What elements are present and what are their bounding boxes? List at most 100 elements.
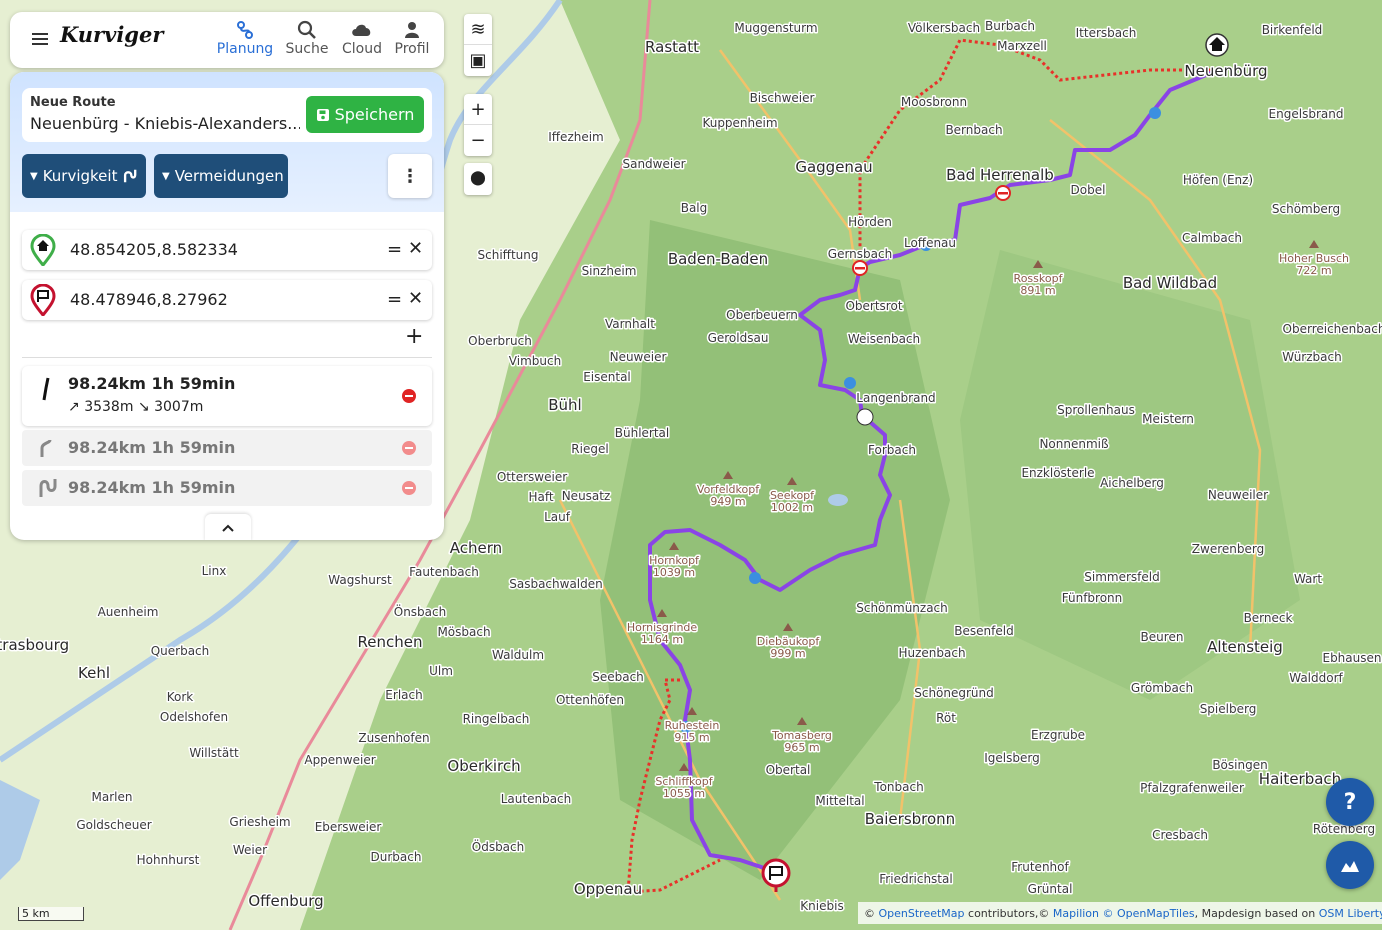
place-label: Bad Herrenalb (946, 166, 1054, 184)
delete-route-button[interactable] (402, 389, 416, 403)
waypoint-input[interactable]: 48.854205,8.582334 (70, 240, 238, 259)
remove-waypoint-icon[interactable]: ✕ (408, 238, 423, 259)
place-label: Bühlertal (615, 426, 670, 440)
location-pin-icon[interactable]: ⬤ (464, 163, 492, 193)
waypoint-start[interactable]: 48.854205,8.582334 = ✕ (22, 230, 432, 270)
avoid-marker-icon[interactable] (852, 260, 868, 276)
place-label: Ebhausen (1322, 651, 1381, 665)
route-result-item[interactable]: 98.24km 1h 59min ↗ 3538m ↘ 3007m (22, 366, 432, 426)
place-label: Obertal (766, 763, 811, 777)
openmaptiles-link[interactable]: © OpenMapTiles (1103, 907, 1195, 920)
layers-icon[interactable]: ≋ (464, 14, 492, 45)
place-label: Neuenbürg (1184, 62, 1267, 80)
place-label: Sasbachwalden (509, 577, 603, 591)
save-button[interactable]: Speichern (306, 96, 424, 133)
osm-link[interactable]: OpenStreetMap (879, 907, 965, 920)
zoom-in-button[interactable]: + (464, 94, 492, 125)
help-label: ? (1343, 789, 1357, 815)
route-name-card: Neue Route Neuenbürg - Kniebis-Alexander… (22, 88, 432, 142)
peak-elevation: 999 m (770, 647, 805, 660)
place-label: Schönmünzach (856, 601, 948, 615)
avoidances-dropdown[interactable]: ▼ Vermeidungen (154, 154, 288, 198)
place-label: Röt (936, 711, 956, 725)
menu-icon[interactable] (32, 30, 48, 45)
place-label: Oberbruch (468, 334, 532, 348)
place-label: Lauf (544, 510, 571, 524)
place-label: Sinzheim (582, 264, 637, 278)
drag-handle-icon[interactable]: = (387, 289, 402, 310)
place-label: Iffezheim (548, 130, 604, 144)
place-label: Varnhalt (605, 317, 655, 331)
zoom-out-button[interactable]: − (464, 125, 492, 155)
place-label: Balg (681, 201, 708, 215)
nav-profil[interactable]: Profil (382, 20, 442, 57)
place-label: Friedrichstal (879, 872, 952, 886)
delete-route-button[interactable] (402, 441, 416, 455)
place-label: Baiersbronn (865, 810, 955, 828)
remove-waypoint-icon[interactable]: ✕ (408, 288, 423, 309)
place-label: Goldscheuer (76, 818, 151, 832)
route-summary: 98.24km 1h 59min (68, 478, 236, 497)
route-result-item[interactable]: 98.24km 1h 59min (22, 470, 432, 506)
place-label: Durbach (371, 850, 422, 864)
place-label: Mösbach (437, 625, 490, 639)
home-pin-icon (30, 234, 56, 266)
peak-elevation: 1164 m (641, 633, 683, 646)
place-label: Loffenau (904, 236, 956, 250)
peak-elevation: 915 m (674, 731, 709, 744)
place-label: Vimbuch (509, 354, 561, 368)
zoom-controls: + − (464, 94, 492, 156)
elevation-profile-button[interactable] (1326, 841, 1374, 889)
place-label: Walddorf (1289, 671, 1343, 685)
place-label: Tonbach (873, 780, 923, 794)
place-label: Neuweiler (1208, 488, 1268, 502)
route-name-input[interactable]: Neuenbürg - Kniebis-Alexanders... (30, 114, 300, 133)
place-label: Forbach (868, 443, 916, 457)
help-button[interactable]: ? (1326, 778, 1374, 826)
drag-handle-icon[interactable]: = (387, 239, 402, 260)
place-label: Enzklösterle (1021, 466, 1094, 480)
divider (22, 357, 432, 358)
waypoint-destination[interactable]: 48.478946,8.27962 = ✕ (22, 280, 432, 320)
flag-pin-icon (30, 284, 56, 316)
place-label: Appenweier (304, 753, 375, 767)
place-label: Moosbronn (901, 95, 967, 109)
place-label: Oberbeuern (726, 308, 798, 322)
app-logo[interactable]: Kurviger (60, 22, 163, 47)
avoid-marker-icon[interactable] (995, 185, 1011, 201)
nav-label: Cloud (342, 41, 382, 57)
curvy-badge-icon (856, 408, 874, 426)
place-label: Engelsbrand (1269, 107, 1344, 121)
place-label: Burbach (985, 19, 1035, 33)
overlay-icon[interactable]: ▣ (464, 45, 492, 75)
place-label: Ittersbach (1076, 26, 1137, 40)
place-label: Neusatz (562, 489, 611, 503)
osm-liberty-link[interactable]: OSM Liberty (1319, 907, 1382, 920)
start-marker-icon[interactable] (1205, 33, 1229, 57)
place-label: Bischweier (750, 91, 815, 105)
place-label: Ödsbach (472, 838, 525, 854)
route-result-item[interactable]: 98.24km 1h 59min (22, 430, 432, 466)
place-label: Frutenhof (1011, 860, 1069, 874)
waypoint-input[interactable]: 48.478946,8.27962 (70, 290, 228, 309)
place-label: Simmersfeld (1084, 570, 1159, 584)
route-summary: 98.24km 1h 59min (68, 438, 236, 457)
peak-elevation: 1039 m (653, 566, 695, 579)
more-options-button[interactable]: ⋮ (388, 154, 432, 198)
curviness-dropdown[interactable]: ▼ Kurvigkeit (22, 154, 146, 198)
collapse-panel-button[interactable] (205, 514, 251, 540)
place-label: Querbach (151, 644, 210, 658)
place-label: Bühl (548, 396, 581, 414)
place-label: Obertsrot (845, 299, 902, 313)
locate-control: ⬤ (464, 163, 492, 195)
delete-route-button[interactable] (402, 481, 416, 495)
place-label: Cresbach (1152, 828, 1208, 842)
place-label: Dobel (1071, 183, 1106, 197)
place-label: Sprollenhaus (1057, 403, 1135, 417)
place-label: Kuppenheim (702, 116, 777, 130)
mapilion-link[interactable]: Mapilion (1053, 907, 1099, 920)
place-label: Marlen (92, 790, 133, 804)
nav-suche[interactable]: Suche (277, 20, 337, 57)
add-waypoint-button[interactable]: + (405, 324, 423, 349)
nav-planung[interactable]: Planung (215, 20, 275, 57)
